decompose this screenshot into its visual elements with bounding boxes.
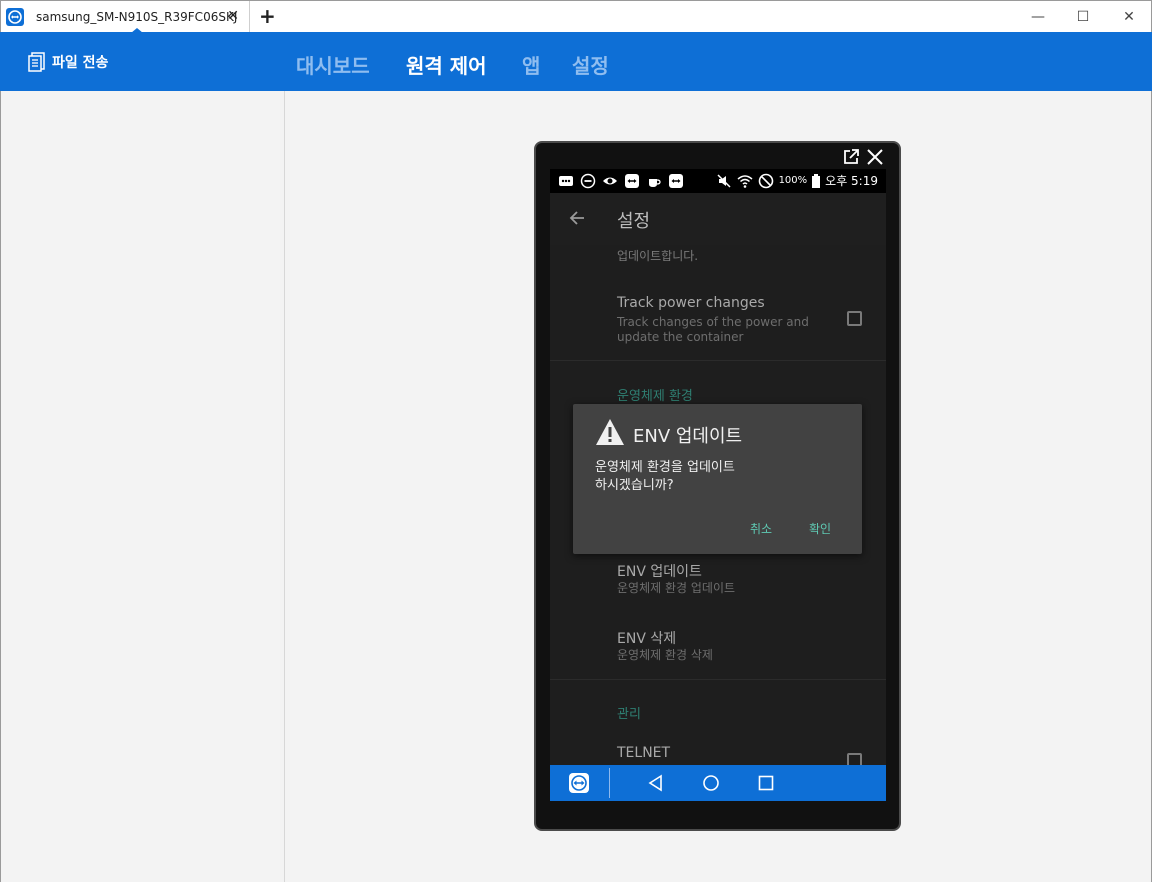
left-panel	[0, 91, 285, 882]
teamviewer-nav-icon[interactable]	[568, 772, 590, 794]
popout-icon[interactable]	[842, 148, 860, 166]
section-manage: 관리	[617, 707, 641, 722]
track-power-title[interactable]: Track power changes	[617, 295, 765, 311]
remote-session-icon	[625, 174, 639, 188]
env-delete-title[interactable]: ENV 삭제	[617, 628, 676, 648]
divider	[550, 360, 886, 361]
battery-percent: 100%	[778, 175, 808, 186]
wifi-icon	[737, 175, 753, 188]
teamviewer-status-icon	[669, 174, 683, 188]
tab-settings[interactable]: 설정	[572, 50, 609, 79]
app-header: 파일 전송 대시보드 원격 제어 앱 설정	[0, 32, 1152, 91]
track-power-subtitle: Track changes of the power and update th…	[617, 315, 809, 344]
env-update-title[interactable]: ENV 업데이트	[617, 561, 702, 581]
recents-square-icon[interactable]	[757, 774, 775, 792]
tab-close-icon[interactable]: ✕	[227, 8, 239, 24]
minimize-button[interactable]: —	[1015, 1, 1061, 33]
device-page-title: 설정	[617, 211, 651, 232]
warning-icon	[596, 419, 624, 445]
file-transfer-label: 파일 전송	[52, 55, 109, 71]
close-window-button[interactable]: ✕	[1106, 1, 1152, 33]
no-sim-icon	[758, 173, 773, 189]
tab-dashboard[interactable]: 대시보드	[296, 50, 370, 79]
device-navbar	[550, 765, 886, 801]
env-update-subtitle: 운영체제 환경 업데이트	[617, 581, 736, 595]
do-not-disturb-icon	[580, 173, 596, 189]
navbar-separator	[609, 768, 610, 798]
tab-remote-control[interactable]: 원격 제어	[406, 50, 487, 79]
tab-apps[interactable]: 앱	[522, 50, 540, 79]
eye-icon	[603, 177, 617, 185]
dialog-cancel-button[interactable]: 취소	[750, 520, 772, 537]
maximize-button[interactable]: ☐	[1060, 1, 1106, 33]
battery-icon	[812, 174, 821, 188]
dialog-confirm-button[interactable]: 확인	[809, 520, 831, 537]
divider	[550, 679, 886, 680]
window-titlebar: samsung_SM-N910S_R39FC06SKJ ✕ + — ☐ ✕	[0, 0, 1152, 33]
env-update-dialog: ENV 업데이트 운영체제 환경을 업데이트 하시겠습니까? 취소 확인	[573, 404, 862, 554]
back-triangle-icon[interactable]	[647, 774, 665, 792]
dialog-title: ENV 업데이트	[633, 426, 743, 447]
device-tab[interactable]: samsung_SM-N910S_R39FC06SKJ ✕	[2, 1, 250, 33]
section-os-env: 운영체제 환경	[617, 389, 693, 404]
home-circle-icon[interactable]	[702, 774, 720, 792]
teamviewer-logo-icon	[6, 8, 24, 26]
list-item-partial: 업데이트합니다.	[617, 249, 699, 263]
back-arrow-icon[interactable]	[568, 209, 586, 227]
env-delete-subtitle: 운영체제 환경 삭제	[617, 648, 713, 662]
close-device-icon[interactable]	[866, 148, 884, 166]
dialog-message: 운영체제 환경을 업데이트 하시겠습니까?	[595, 460, 735, 493]
chat-icon	[559, 176, 573, 186]
tab-title: samsung_SM-N910S_R39FC06SKJ	[36, 10, 238, 24]
track-power-checkbox[interactable]	[847, 311, 862, 326]
device-appbar: 설정	[550, 193, 886, 245]
telnet-title[interactable]: TELNET	[617, 745, 670, 761]
device-statusbar: 100% 오후 5:19	[550, 169, 886, 193]
new-tab-button[interactable]: +	[259, 5, 276, 27]
cup-icon	[649, 179, 661, 187]
status-time: 오후 5:19	[825, 174, 878, 188]
mute-icon	[717, 174, 731, 188]
file-transfer-icon	[28, 52, 45, 72]
file-transfer-button[interactable]: 파일 전송	[28, 52, 108, 72]
